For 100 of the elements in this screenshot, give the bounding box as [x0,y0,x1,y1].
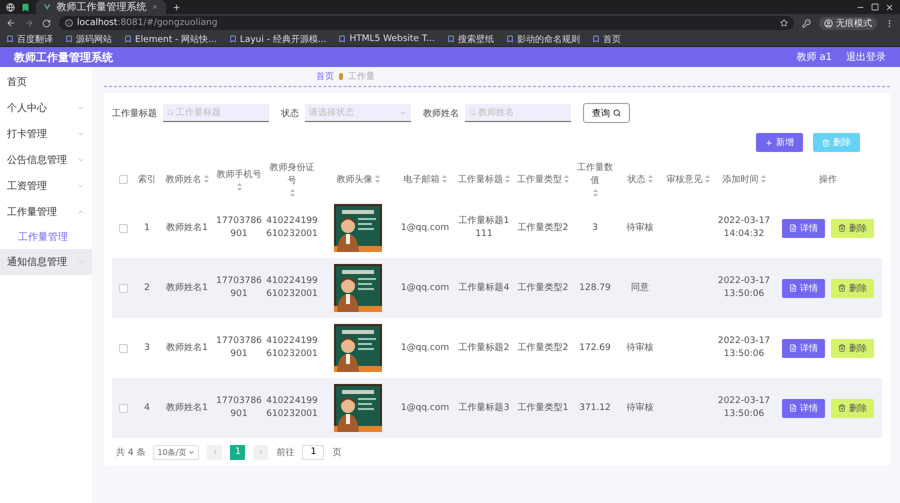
table-cell-text: 1@qq.com [400,402,450,414]
delete-button[interactable]: 删除 [831,218,874,238]
sort-icon[interactable] [442,175,446,183]
sidebar-item[interactable]: 工作量管理 [0,199,92,225]
info-icon[interactable] [65,19,73,27]
detail-button[interactable]: 详情 [782,218,825,238]
bookmark[interactable]: 首页 [592,32,621,46]
table-cell-text: 410224199610232001 [265,395,319,421]
next-page-button[interactable] [253,444,268,460]
bookmark[interactable]: 源码网站 [65,32,112,46]
forward-icon[interactable] [24,18,34,28]
sort-icon[interactable] [760,175,766,183]
table-cell-text: 工作量标题3 [458,402,510,414]
bookmark[interactable]: HTML5 Website T... [338,34,435,44]
sort-icon[interactable] [374,175,380,183]
tab-icon[interactable] [21,2,30,12]
document-icon [789,284,797,292]
column-header: 工作量标题 [458,174,503,186]
search-icon [167,109,174,116]
goto-label: 前往 [276,446,294,458]
search-field[interactable]: 教师姓名 [465,104,571,122]
bookmark[interactable]: Element - 网站快... [124,32,217,46]
sort-icon[interactable] [236,182,242,190]
browser-tab[interactable]: 教师工作量管理系统 [36,0,166,14]
column-header: 教师手机号 [216,168,262,180]
table-cell-text: 1@qq.com [400,342,450,354]
table-cell-text: 3 [591,222,599,234]
delete-button[interactable]: 删除 [831,338,874,358]
table-cell-text: 教师姓名1 [165,222,209,234]
plus-icon [765,138,773,146]
sort-icon[interactable] [204,175,208,183]
new-tab-icon[interactable] [172,2,181,12]
sort-icon[interactable] [564,175,569,183]
app-title: 教师工作量管理系统 [14,50,114,64]
chevron-up-icon [77,208,85,216]
profile-button[interactable]: 无痕模式 [819,16,877,30]
row-checkbox[interactable] [118,284,128,292]
sort-icon[interactable] [592,189,598,197]
close-icon[interactable] [885,2,894,12]
column-header: 操作 [819,174,837,186]
address-bar[interactable]: localhost:8081/#/gongzuoliang [59,16,794,30]
table-cell-text: 工作量标题1111 [458,215,510,241]
query-button[interactable]: 查询 [583,103,630,123]
detail-button[interactable]: 详情 [782,278,825,298]
sort-icon[interactable] [704,175,710,183]
user-icon [824,18,833,28]
trash-icon [838,404,846,412]
bookmark[interactable]: 百度翻译 [6,32,53,46]
breadcrumb-item[interactable]: 首页 [316,70,334,83]
sidebar-item[interactable]: 公告信息管理 [0,147,92,173]
sidebar-item[interactable]: 通知信息管理 [0,249,92,275]
detail-button[interactable]: 详情 [782,398,825,418]
sidebar-item[interactable]: 首页 [0,69,92,95]
row-checkbox[interactable] [118,344,128,352]
column-header: 添加时间 [722,174,758,186]
table-cell-text: 教师姓名1 [165,402,209,414]
sidebar-item[interactable]: 打卡管理 [0,121,92,147]
table-cell-text: 128.79 [578,282,612,294]
bookmark-icon [338,35,346,43]
table-cell-text: 工作量类型1 [516,402,570,414]
sidebar-item[interactable]: 工资管理 [0,173,92,199]
table-cell-text: 3 [143,342,151,354]
table-cell-text: 工作量标题4 [458,282,510,294]
sidebar-item[interactable]: 个人中心 [0,95,92,121]
row-checkbox[interactable] [118,224,128,232]
delete-button[interactable]: 删除 [831,398,874,418]
search-field[interactable]: 工作量标题 [163,104,269,122]
maximize-icon[interactable] [871,3,879,11]
back-icon[interactable] [6,18,16,28]
chevron-down-icon [77,104,85,112]
add-button[interactable]: 新增 [756,133,803,152]
star-icon[interactable] [780,19,788,27]
detail-button[interactable]: 详情 [782,338,825,358]
bookmark[interactable]: 影动的命名规则 [506,32,580,46]
column-header: 教师姓名 [166,174,202,186]
row-checkbox[interactable] [118,404,128,412]
submenu-item[interactable]: 工作量管理 [0,225,92,249]
status-select[interactable]: 请选择状态 [305,104,411,122]
table-cell-text: 410224199610232001 [265,215,319,241]
table-cell-text: 17703786901 [215,335,263,361]
table-cell-text: 2022-03-17 13:50:06 [716,275,772,301]
table-cell-text: 待审核 [626,402,654,414]
column-header: 教师头像 [336,174,372,186]
reload-icon[interactable] [42,18,51,28]
table-cell-text: 1@qq.com [400,282,450,294]
delete-button[interactable]: 删除 [831,278,874,298]
sort-icon[interactable] [290,189,294,197]
bookmark[interactable]: Layui - 经典开源模... [228,32,326,46]
bookmark[interactable]: 搜索壁纸 [446,32,494,46]
column-header: 工作量类型 [517,174,562,186]
select-all-checkbox[interactable] [118,174,128,184]
page-input[interactable]: 1 [302,444,324,460]
chevron-down-icon [77,258,85,266]
table-cell-text: 17703786901 [215,395,263,421]
sort-icon[interactable] [505,175,510,183]
logout-link[interactable]: 退出登录 [846,50,886,64]
sort-icon[interactable] [648,175,652,183]
previous-page-button[interactable] [207,444,222,460]
key-icon[interactable] [802,18,811,28]
page-size-select[interactable]: 10条/页 [153,444,200,460]
